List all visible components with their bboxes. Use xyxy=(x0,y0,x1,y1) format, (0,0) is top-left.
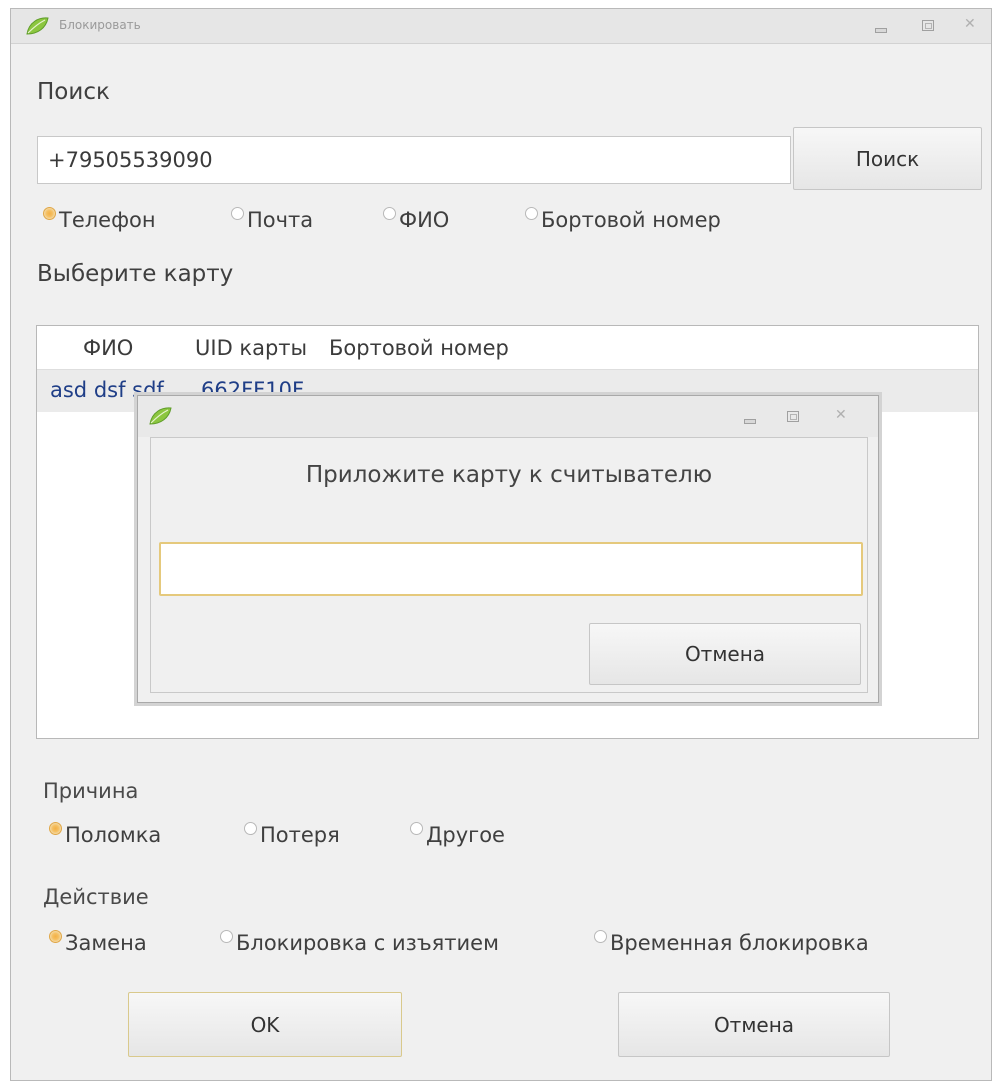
dialog-minimize-button[interactable] xyxy=(742,413,756,425)
radio-replace-label: Замена xyxy=(65,931,147,955)
radio-empty-icon xyxy=(525,206,538,220)
close-icon: ✕ xyxy=(835,407,847,423)
column-header-fio[interactable]: ФИО xyxy=(83,336,133,360)
leaf-icon xyxy=(26,17,49,35)
dialog-message: Приложите карту к считывателю xyxy=(305,462,713,488)
reason-label: Причина xyxy=(43,779,139,803)
radio-replace[interactable]: Замена xyxy=(49,929,147,955)
radio-empty-icon xyxy=(594,929,607,943)
radio-other[interactable]: Другое xyxy=(410,821,505,847)
radio-selected-icon xyxy=(49,821,62,835)
card-reader-dialog: ✕ Приложите карту к считывателю Отмена xyxy=(137,395,879,703)
radio-phone[interactable]: Телефон xyxy=(43,206,156,232)
radio-other-label: Другое xyxy=(426,823,505,847)
search-input[interactable]: +79505539090 xyxy=(37,136,791,184)
dialog-cancel-button[interactable]: Отмена xyxy=(589,623,861,685)
action-label: Действие xyxy=(43,885,149,909)
close-button[interactable]: ✕ xyxy=(964,16,978,32)
radio-empty-icon xyxy=(410,821,423,835)
window-titlebar[interactable]: Блокировать ✕ xyxy=(11,9,991,44)
minimize-icon xyxy=(875,28,887,33)
radio-block-withdraw[interactable]: Блокировка с изъятием xyxy=(220,929,499,955)
search-button[interactable]: Поиск xyxy=(793,127,982,190)
radio-board-number[interactable]: Бортовой номер xyxy=(525,206,721,232)
maximize-icon xyxy=(787,411,799,422)
radio-breakdown[interactable]: Поломка xyxy=(49,821,162,847)
radio-selected-icon xyxy=(49,929,62,943)
dialog-titlebar[interactable]: ✕ xyxy=(138,396,878,437)
maximize-button[interactable] xyxy=(921,20,935,32)
column-header-uid[interactable]: UID карты xyxy=(195,336,307,360)
radio-temp-block[interactable]: Временная блокировка xyxy=(594,929,869,955)
radio-block-withdraw-label: Блокировка с изъятием xyxy=(236,931,499,955)
radio-selected-icon xyxy=(43,206,56,220)
radio-fio[interactable]: ФИО xyxy=(383,206,450,232)
radio-phone-label: Телефон xyxy=(59,208,156,232)
table-header: ФИО UID карты Бортовой номер xyxy=(37,326,978,370)
minimize-icon xyxy=(744,419,756,424)
window-title: Блокировать xyxy=(59,18,141,32)
radio-empty-icon xyxy=(383,206,396,220)
radio-empty-icon xyxy=(220,929,233,943)
search-input-value: +79505539090 xyxy=(48,148,213,172)
minimize-button[interactable] xyxy=(873,22,887,34)
radio-breakdown-label: Поломка xyxy=(65,823,162,847)
radio-loss[interactable]: Потеря xyxy=(244,821,340,847)
close-icon: ✕ xyxy=(964,16,976,32)
radio-loss-label: Потеря xyxy=(260,823,340,847)
select-card-label: Выберите карту xyxy=(37,261,234,287)
ok-button[interactable]: OK xyxy=(128,992,402,1057)
radio-temp-block-label: Временная блокировка xyxy=(610,931,869,955)
radio-email[interactable]: Почта xyxy=(231,206,314,232)
radio-empty-icon xyxy=(244,821,257,835)
radio-empty-icon xyxy=(231,206,244,220)
dialog-maximize-button[interactable] xyxy=(786,411,800,423)
search-section-label: Поиск xyxy=(37,79,110,105)
column-header-board-number[interactable]: Бортовой номер xyxy=(329,336,509,360)
radio-fio-label: ФИО xyxy=(399,208,450,232)
radio-board-number-label: Бортовой номер xyxy=(541,208,721,232)
card-reader-input[interactable] xyxy=(159,542,863,596)
maximize-icon xyxy=(922,20,934,31)
radio-email-label: Почта xyxy=(247,208,314,232)
cancel-button[interactable]: Отмена xyxy=(618,992,890,1057)
dialog-body: Приложите карту к считывателю Отмена xyxy=(150,437,868,693)
leaf-icon xyxy=(149,407,172,425)
dialog-close-button[interactable]: ✕ xyxy=(835,407,849,423)
